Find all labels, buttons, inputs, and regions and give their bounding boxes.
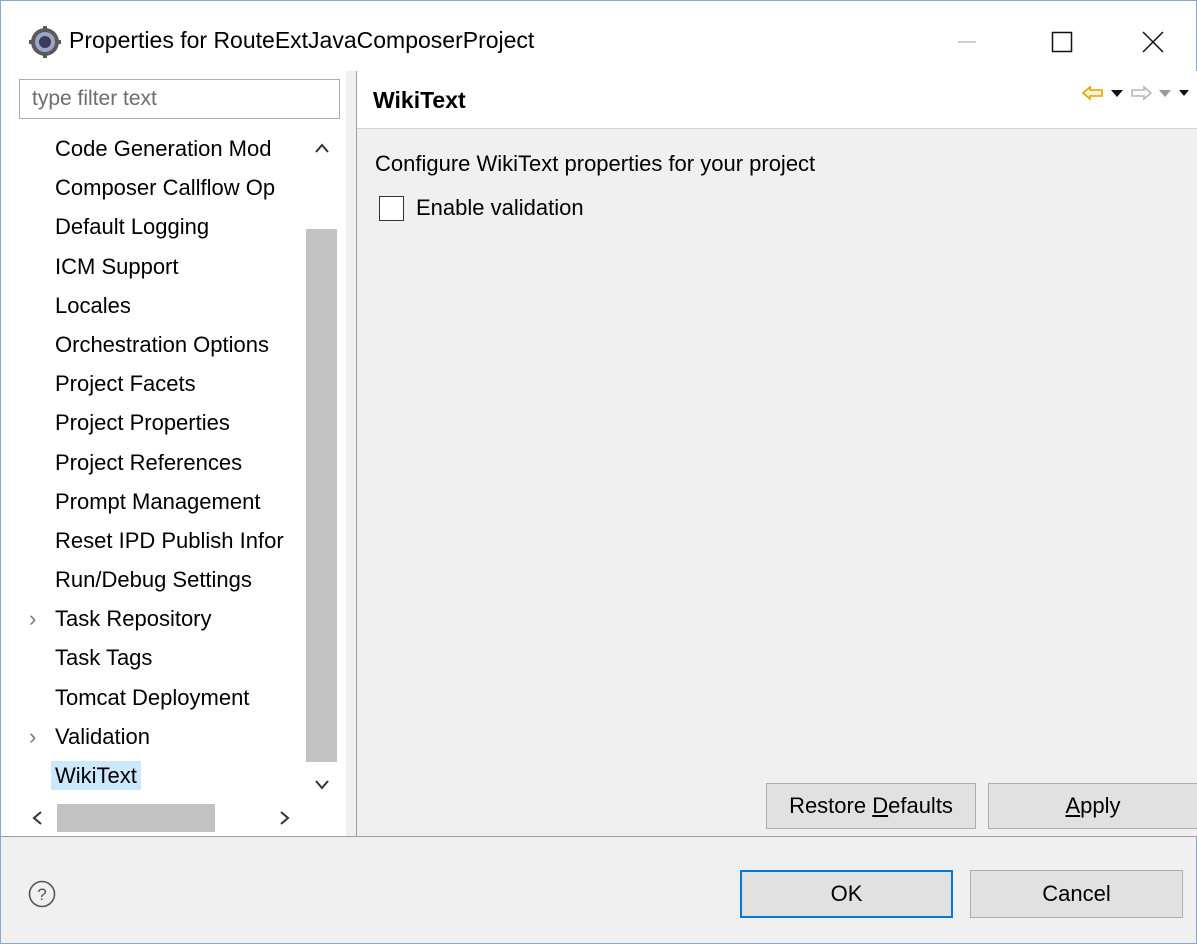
apply-button[interactable]: Apply xyxy=(988,783,1197,829)
tree-item-project-references[interactable]: Project References xyxy=(19,443,304,482)
tree-item-code-generation[interactable]: Code Generation Mod xyxy=(19,129,304,168)
tree-item-label: Project References xyxy=(55,449,243,475)
tree-item-icm-support[interactable]: ICM Support xyxy=(19,247,304,286)
property-page: WikiText Configure WikiText properties f… xyxy=(356,71,1197,836)
tree-item-locales[interactable]: Locales xyxy=(19,286,304,325)
tree-item-project-properties[interactable]: Project Properties xyxy=(19,403,304,442)
pane-splitter[interactable] xyxy=(346,71,356,836)
svg-text:?: ? xyxy=(37,885,46,904)
enable-validation-checkbox[interactable] xyxy=(379,195,404,221)
apply-mnemonic: A xyxy=(1065,793,1081,818)
scroll-down-button[interactable] xyxy=(304,768,339,802)
tree-item-wikitext[interactable]: WikiText xyxy=(19,756,304,795)
tree-item-label: ICM Support xyxy=(55,253,179,279)
tree-item-default-logging[interactable]: Default Logging xyxy=(19,207,304,246)
tree-item-project-facets[interactable]: Project Facets xyxy=(19,364,304,403)
tree-item-validation[interactable]: › Validation xyxy=(19,717,304,756)
vertical-scrollbar-thumb[interactable] xyxy=(306,229,337,762)
maximize-icon xyxy=(1051,31,1073,53)
scroll-up-button[interactable] xyxy=(304,131,339,165)
tree-item-label: Project Facets xyxy=(55,371,196,397)
tree-item-label: Default Logging xyxy=(55,214,210,240)
close-icon xyxy=(1142,31,1164,53)
page-navigation xyxy=(1082,85,1190,101)
chevron-right-icon[interactable]: › xyxy=(29,717,45,756)
page-title: WikiText xyxy=(373,87,466,113)
category-pane: Code Generation Mod Composer Callflow Op… xyxy=(1,71,346,836)
minimize-icon xyxy=(958,41,976,43)
chevron-down-icon xyxy=(314,780,329,790)
tree-item-label: Code Generation Mod xyxy=(55,136,272,161)
tree-item-label: Composer Callflow Op xyxy=(55,175,276,201)
ok-button[interactable]: OK xyxy=(740,870,953,918)
tree-item-label: Task Tags xyxy=(55,645,153,671)
back-arrow-icon[interactable] xyxy=(1082,85,1104,101)
forward-arrow-icon[interactable] xyxy=(1130,85,1152,101)
window-title: Properties for RouteExtJavaComposerProje… xyxy=(69,27,535,53)
view-menu-icon[interactable] xyxy=(1178,88,1190,98)
filter-input[interactable] xyxy=(19,79,340,119)
tree-item-label: Tomcat Deployment xyxy=(55,684,250,710)
properties-dialog: Properties for RouteExtJavaComposerProje… xyxy=(0,0,1197,944)
page-description: Configure WikiText properties for your p… xyxy=(375,151,816,176)
scroll-left-button[interactable] xyxy=(19,801,55,835)
apply-label-post: pply xyxy=(1080,793,1121,818)
help-icon[interactable]: ? xyxy=(27,879,57,909)
eclipse-gear-icon xyxy=(29,26,61,58)
page-header: WikiText xyxy=(357,71,1197,129)
tree-item-label: Validation xyxy=(55,723,150,749)
tree-item-label: Prompt Management xyxy=(55,488,261,514)
tree-item-label: WikiText xyxy=(51,761,141,790)
chevron-right-icon[interactable]: › xyxy=(29,599,45,638)
tree-item-label: Locales xyxy=(55,292,131,318)
forward-dropdown-icon[interactable] xyxy=(1158,88,1172,98)
chevron-right-icon xyxy=(280,811,290,825)
restore-defaults-mnemonic: D xyxy=(872,793,889,818)
enable-validation-option[interactable]: Enable validation xyxy=(379,195,584,221)
chevron-left-icon xyxy=(32,811,42,825)
tree-item-task-repository[interactable]: › Task Repository xyxy=(19,599,304,638)
tree-item-orchestration-options[interactable]: Orchestration Options xyxy=(19,325,304,364)
tree-item-tomcat-deployment[interactable]: Tomcat Deployment xyxy=(19,678,304,717)
scroll-right-button[interactable] xyxy=(267,801,303,835)
restore-defaults-button[interactable]: Restore Defaults xyxy=(766,783,976,829)
tree-item-reset-ipd-publish[interactable]: Reset IPD Publish Infor xyxy=(19,521,304,560)
cancel-button[interactable]: Cancel xyxy=(970,870,1183,918)
enable-validation-label: Enable validation xyxy=(416,195,584,220)
chevron-up-icon xyxy=(314,143,329,153)
tree-item-task-tags[interactable]: Task Tags xyxy=(19,638,304,677)
button-bar-separator xyxy=(1,836,1196,837)
tree-item-label: Reset IPD Publish Infor xyxy=(55,527,284,553)
category-tree: Code Generation Mod Composer Callflow Op… xyxy=(19,129,304,801)
tree-item-prompt-management[interactable]: Prompt Management xyxy=(19,482,304,521)
horizontal-scrollbar-thumb[interactable] xyxy=(57,804,215,832)
restore-defaults-label-pre: Restore xyxy=(789,793,873,818)
tree-item-composer-callflow[interactable]: Composer Callflow Op xyxy=(19,168,304,207)
tree-item-label: Task Repository xyxy=(55,606,212,632)
tree-item-label: Orchestration Options xyxy=(55,331,269,357)
restore-defaults-label-post: efaults xyxy=(888,793,953,818)
tree-item-run-debug-settings[interactable]: Run/Debug Settings xyxy=(19,560,304,599)
tree-item-label: Project Properties xyxy=(55,410,230,436)
tree-item-label: Run/Debug Settings xyxy=(55,567,252,593)
back-dropdown-icon[interactable] xyxy=(1110,88,1124,98)
